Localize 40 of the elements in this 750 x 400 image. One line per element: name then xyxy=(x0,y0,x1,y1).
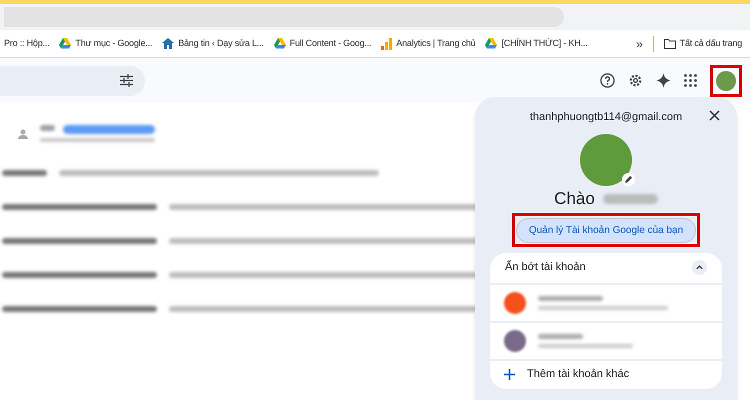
account-row[interactable] xyxy=(490,322,722,358)
filter-sliders-icon[interactable] xyxy=(120,74,133,87)
drive-icon xyxy=(485,38,498,49)
bookmark[interactable]: Pro :: Hộp... xyxy=(4,36,50,50)
close-icon[interactable] xyxy=(709,110,720,121)
pencil-icon[interactable] xyxy=(622,172,635,186)
bar-chart-icon xyxy=(381,38,392,50)
plus-icon xyxy=(504,369,515,380)
add-account-button[interactable]: Thêm tài khoản khác xyxy=(490,360,722,388)
photo-placeholder xyxy=(504,330,526,352)
blurred-text xyxy=(538,296,603,300)
help-icon[interactable] xyxy=(600,73,615,88)
blurred-text xyxy=(40,125,55,131)
search-field[interactable] xyxy=(0,66,145,96)
person-icon xyxy=(18,128,28,138)
account-avatar[interactable] xyxy=(710,64,742,96)
blurred-text xyxy=(538,334,583,338)
manage-account-button[interactable]: Quản lý Tài khoản Google của bạn xyxy=(516,218,696,242)
bookmark[interactable]: Bảng tin ‹ Dạy sửa L... xyxy=(162,36,264,50)
bookmark[interactable]: [CHÍNH THỨC] - KH... xyxy=(485,36,588,50)
all-bookmarks[interactable]: Tất cả dấu trang xyxy=(664,36,746,50)
blurred-text xyxy=(602,194,658,204)
account-email: thanhphuongtb114@gmail.com xyxy=(530,110,682,125)
bookmark[interactable]: Analytics | Trang chủ xyxy=(381,36,476,50)
account-row[interactable] xyxy=(490,284,722,320)
bookmark[interactable]: Thư mục - Google... xyxy=(59,36,152,50)
more-bookmarks[interactable]: » xyxy=(636,34,643,52)
accounts-toggle[interactable]: Ẩn bớt tài khoản xyxy=(490,252,722,282)
blurred-text xyxy=(2,170,47,176)
home-icon xyxy=(162,38,174,49)
drive-icon xyxy=(274,38,286,49)
drive-icon xyxy=(59,38,72,49)
chevron-up-icon xyxy=(692,260,707,275)
photo-placeholder xyxy=(580,134,632,186)
sparkle-icon[interactable] xyxy=(656,73,671,88)
folder-icon xyxy=(664,38,676,48)
greeting: Chào xyxy=(554,188,595,210)
apps-grid-icon[interactable] xyxy=(684,74,697,87)
bookmark[interactable]: Full Content - Goog... xyxy=(274,36,372,50)
settings-icon[interactable] xyxy=(628,73,643,88)
